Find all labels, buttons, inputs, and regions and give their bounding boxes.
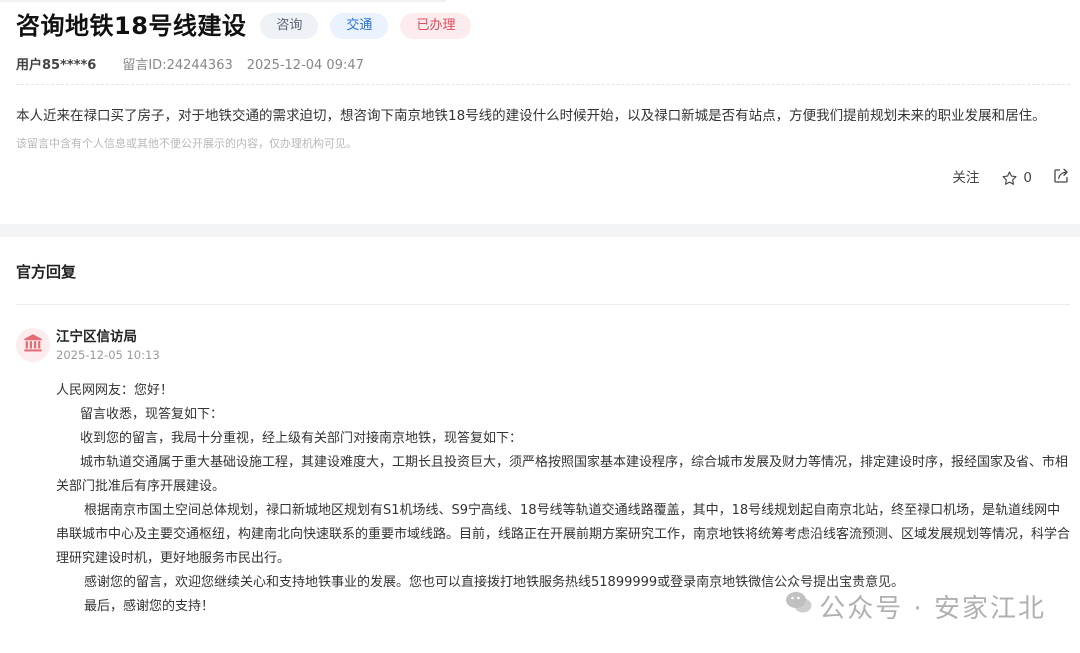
official-reply-card: 官方回复 江宁区信访局 2025-12-05 10:13 人民网网友：您好！ 留… — [0, 237, 1080, 653]
reply-heading: 官方回复 — [16, 263, 77, 281]
message-content: 本人近来在禄口买了房子，对于地铁交通的需求迫切，想咨询下南京地铁18号线的建设什… — [16, 108, 1046, 124]
reply-paragraph: 收到您的留言，我局十分重视，经上级有关部门对接南京地铁，现答复如下： — [80, 431, 523, 446]
reply-time: 2025-12-05 10:13 — [56, 348, 160, 362]
message-card: 咨询地铁18号线建设 咨询 交通 已办理 用户85****6 留言ID:2424… — [0, 0, 1080, 224]
avatar — [16, 328, 50, 362]
share-icon — [1052, 167, 1070, 189]
message-id: 留言ID:24244363 — [122, 58, 233, 73]
department-name: 江宁区信访局 — [56, 329, 137, 345]
reply-paragraph: 留言收悉，现答复如下： — [80, 407, 224, 422]
status-badge: 已办理 — [400, 13, 472, 39]
message-time: 2025-12-04 09:47 — [246, 58, 364, 73]
watermark: 公众号 · 安家江北 — [785, 588, 1046, 625]
field-tag: 交通 — [330, 13, 389, 39]
divider — [16, 84, 1070, 85]
user-name: 用户85****6 — [16, 58, 97, 73]
reply-paragraph: 城市轨道交通属于重大基础设施工程，其建设难度大，工期长且投资巨大，须严格按照国家… — [56, 455, 1069, 494]
reply-paragraph: 根据南京市国土空间总体规划，禄口新城地区规划有S1机场线、S9宁高线、18号线等… — [56, 503, 1071, 566]
type-tag: 咨询 — [260, 13, 319, 39]
privacy-note: 该留言中含有个人信息或其他不便公开展示的内容，仅办理机构可见。 — [16, 137, 357, 150]
follow-button[interactable]: 关注 — [952, 164, 979, 192]
wechat-icon — [785, 590, 813, 623]
message-actions: 关注 0 — [952, 164, 1070, 192]
title-row: 咨询地铁18号线建设 咨询 交通 已办理 — [16, 8, 472, 44]
share-button[interactable] — [1052, 167, 1070, 189]
reply-paragraph: 人民网网友：您好！ — [56, 383, 174, 398]
divider — [16, 304, 1070, 305]
message-meta: 用户85****6 留言ID:24244363 2025-12-04 09:47 — [16, 57, 364, 75]
reply-body: 人民网网友：您好！ 留言收悉，现答复如下： 收到您的留言，我局十分重视，经上级有… — [56, 379, 1072, 619]
star-icon — [1001, 170, 1018, 187]
government-building-icon — [22, 332, 44, 358]
like-button[interactable]: 0 — [1001, 170, 1032, 187]
message-title: 咨询地铁18号线建设 — [16, 12, 247, 40]
like-count: 0 — [1023, 170, 1032, 186]
watermark-text: 公众号 · 安家江北 — [819, 594, 1046, 624]
